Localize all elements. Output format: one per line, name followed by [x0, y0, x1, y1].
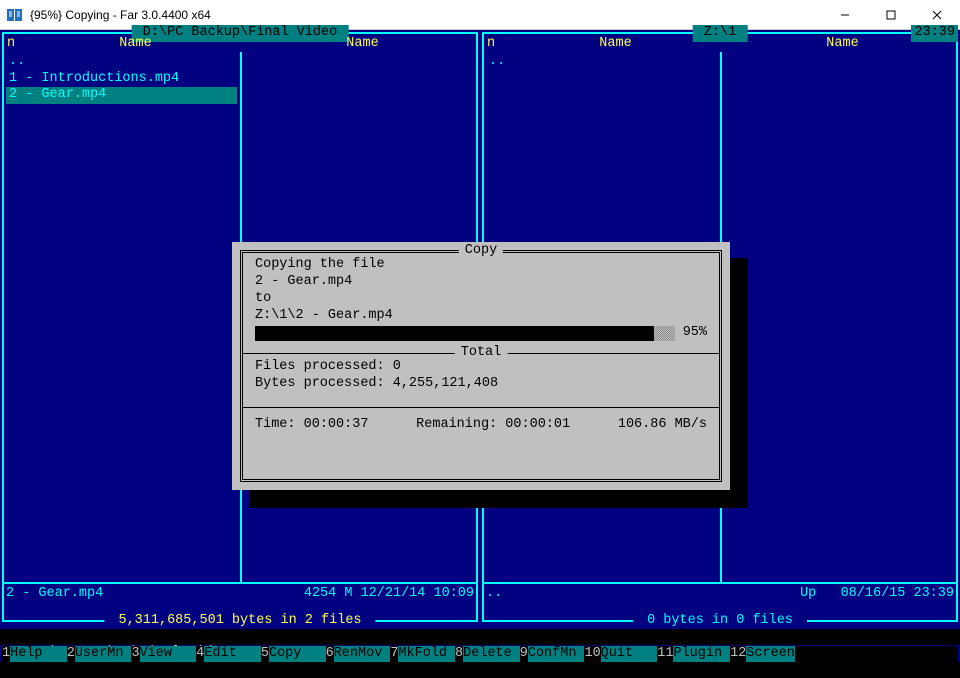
fkey-num: 10 — [584, 646, 600, 663]
list-item[interactable]: .. — [6, 54, 474, 71]
minimize-button[interactable] — [822, 0, 868, 29]
fkey-copy[interactable]: Copy — [269, 646, 318, 663]
progress-percent: 95% — [683, 325, 707, 342]
fkey-confmn[interactable]: ConfMn — [528, 646, 577, 663]
right-file-list[interactable]: .. — [486, 54, 954, 71]
fkey-delete[interactable]: Delete — [463, 646, 512, 663]
fkey-num: 5 — [261, 646, 269, 663]
fkey-num: 2 — [67, 646, 75, 663]
list-item[interactable]: 2 - Gear.mp4 — [6, 87, 237, 104]
fkey-edit[interactable]: Edit — [204, 646, 253, 663]
fkey-renmov[interactable]: RenMov — [334, 646, 383, 663]
dialog-line: Copying the file — [255, 257, 707, 274]
progress-bar — [255, 326, 675, 341]
fkey-quit[interactable]: Quit — [601, 646, 650, 663]
fkey-num: 11 — [657, 646, 673, 663]
files-processed: Files processed: 0 — [255, 359, 707, 376]
fkey-num: 6 — [326, 646, 334, 663]
col-name-header[interactable]: Name — [502, 36, 729, 52]
list-item[interactable]: .. — [486, 54, 954, 71]
fkey-help[interactable]: Help — [10, 646, 59, 663]
progress-bar-fill — [255, 326, 654, 341]
dialog-title: Copy — [459, 243, 503, 260]
status-current-file: 2 - Gear.mp4 — [6, 586, 103, 603]
time-elapsed: Time: 00:00:37 — [255, 417, 368, 434]
divider — [484, 582, 956, 584]
fkey-mkfold[interactable]: MkFold — [398, 646, 447, 663]
right-column-headers: n Name Name — [484, 36, 956, 52]
status-details: Up 08/16/15 23:39 — [800, 586, 954, 603]
col-n-header[interactable]: n — [4, 36, 22, 52]
fkey-num: 9 — [520, 646, 528, 663]
right-summary: 0 bytes in 0 files — [633, 613, 807, 630]
progress-row: 95% — [255, 325, 707, 342]
col-n-header[interactable]: n — [484, 36, 502, 52]
left-file-list[interactable]: .. 1 - Introductions.mp4 2 - Gear.mp4 — [6, 54, 474, 104]
fkey-bar: 1Help 2UserMn 3View 4Edit 5Copy 6RenMov … — [2, 646, 958, 663]
left-column-headers: n Name Name — [4, 36, 476, 52]
fkey-usermn[interactable]: UserMn — [75, 646, 124, 663]
fkey-screen[interactable]: Screen — [746, 646, 795, 663]
command-line[interactable]: D:\PC Backup\Final Video> — [0, 629, 960, 646]
col-name-header[interactable]: Name — [22, 36, 249, 52]
right-status-line: .. Up 08/16/15 23:39 — [486, 586, 954, 603]
status-file-details: 4254 M 12/21/14 10:09 — [304, 586, 474, 603]
time-remaining: Remaining: 00:00:01 — [416, 417, 570, 434]
col-name-header-2[interactable]: Name — [729, 36, 956, 52]
divider — [243, 407, 719, 408]
console-area: D:\PC Backup\Final Video n Name Name .. … — [0, 30, 960, 662]
fkey-num: 12 — [730, 646, 746, 663]
fkey-view[interactable]: View — [140, 646, 189, 663]
app-icon — [6, 6, 24, 24]
status-current-item: .. — [486, 586, 502, 603]
col-name-header-2[interactable]: Name — [249, 36, 476, 52]
fkey-num: 1 — [2, 646, 10, 663]
left-status-line: 2 - Gear.mp4 4254 M 12/21/14 10:09 — [6, 586, 474, 603]
bytes-processed: Bytes processed: 4,255,121,408 — [255, 376, 707, 393]
divider — [4, 582, 476, 584]
maximize-button[interactable] — [868, 0, 914, 29]
dialog-dest: Z:\1\2 - Gear.mp4 — [255, 308, 707, 325]
fkey-plugin[interactable]: Plugin — [673, 646, 722, 663]
dialog-source: 2 - Gear.mp4 — [255, 274, 707, 291]
list-item[interactable]: 1 - Introductions.mp4 — [6, 71, 474, 88]
fkey-num: 4 — [196, 646, 204, 663]
fkey-num: 7 — [390, 646, 398, 663]
transfer-speed: 106.86 MB/s — [618, 417, 707, 434]
dialog-to: to — [255, 291, 707, 308]
copy-dialog[interactable]: Copy Copying the file 2 - Gear.mp4 to Z:… — [232, 242, 730, 490]
fkey-num: 8 — [455, 646, 463, 663]
left-summary: 5,311,685,501 bytes in 2 files — [104, 613, 375, 630]
fkey-num: 3 — [131, 646, 139, 663]
window-title: {95%} Copying - Far 3.0.4400 x64 — [30, 8, 822, 22]
